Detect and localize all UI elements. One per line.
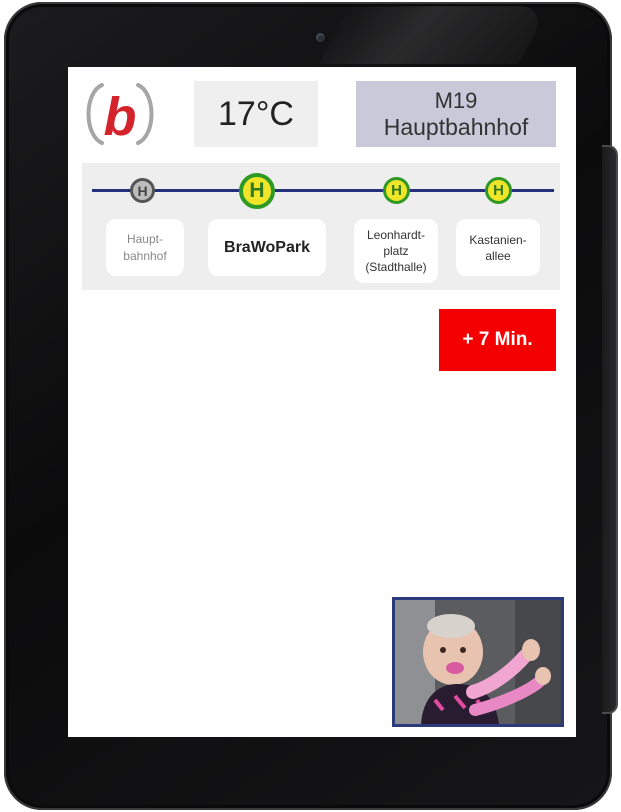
screen-glare: [318, 6, 550, 64]
stop-label-next: Leonhardt- platz (Stadthalle): [354, 219, 438, 283]
stop-label-next: Kastanien- allee: [456, 219, 540, 276]
logo-letter: b: [104, 87, 137, 147]
tablet-side-button: [602, 145, 618, 714]
route-display: M19 Hauptbahnhof: [356, 81, 556, 147]
video-feed-baby-icon: [395, 600, 561, 724]
delay-label: + 7 Min.: [462, 329, 533, 350]
stop-symbol: H: [249, 179, 265, 202]
delay-badge: + 7 Min.: [439, 309, 556, 371]
route-line: M19: [434, 88, 478, 113]
temperature-display: 17°C: [194, 81, 318, 147]
stop-symbol: H: [391, 182, 402, 199]
operator-logo: b: [82, 79, 158, 149]
bus-stop-icon-current: H: [239, 173, 275, 209]
stops-panel: H H H H Haupt- bahnhof BraWoPark Leonhar…: [82, 163, 560, 290]
route-destination: Hauptbahnhof: [383, 114, 529, 140]
bus-stop-icon-next: H: [383, 177, 410, 204]
stop-label-current: BraWoPark: [208, 219, 326, 276]
front-camera: [316, 33, 325, 42]
stop-symbol: H: [137, 182, 148, 199]
bus-stop-icon-next: H: [485, 177, 512, 204]
bus-stop-icon-past: H: [130, 178, 155, 203]
stop-symbol: H: [493, 182, 504, 199]
passenger-info-screen: b 17°C M19 Hauptbahnhof H H H H Haupt- b…: [68, 67, 576, 737]
temperature-value: 17°C: [218, 94, 294, 133]
video-feed-thumbnail[interactable]: [392, 597, 564, 727]
stop-label-past: Haupt- bahnhof: [106, 219, 184, 276]
